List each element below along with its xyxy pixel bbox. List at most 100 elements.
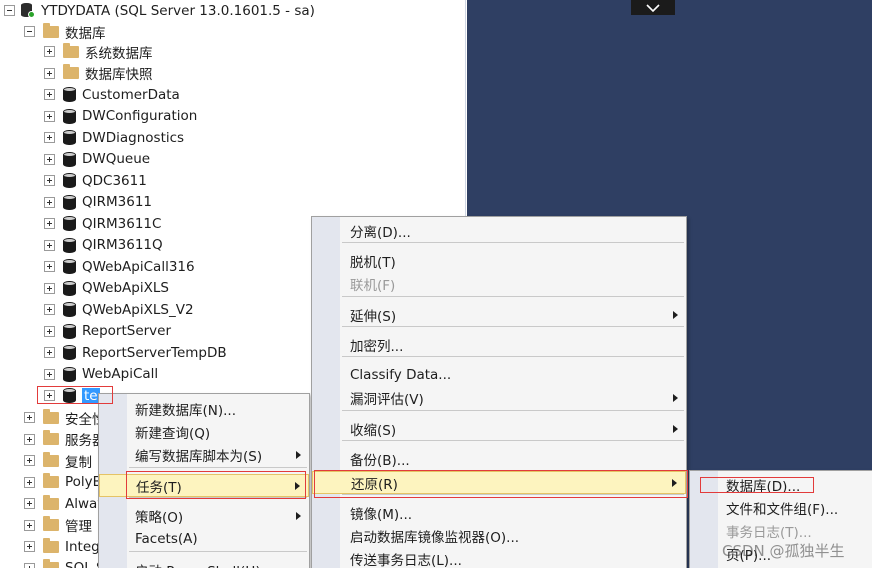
context-menu-item-label: 策略(O) (135, 509, 184, 526)
database-icon (63, 194, 76, 210)
tree-node-database[interactable]: WebApiCall (44, 364, 158, 385)
expand-icon[interactable] (44, 304, 55, 315)
expand-icon[interactable] (44, 89, 55, 100)
expand-icon[interactable] (44, 347, 55, 358)
tree-node-database[interactable]: QWebApiCall316 (44, 256, 195, 277)
expand-icon[interactable] (24, 476, 35, 488)
tree-node-label: 系统数据库 (85, 45, 153, 62)
database-icon (63, 345, 76, 360)
expand-icon[interactable] (24, 455, 35, 466)
expand-icon[interactable] (44, 390, 55, 401)
expand-icon[interactable] (24, 541, 35, 552)
tasks-menu-item-label: 收缩(S) (350, 422, 397, 439)
context-menu-item[interactable]: 任务(T) (99, 474, 309, 497)
database-icon (63, 388, 76, 403)
context-menu-item[interactable]: 新建数据库(N)... (99, 397, 309, 420)
menu-separator (342, 296, 684, 297)
tree-node-label: Integ (65, 538, 100, 555)
tree-node-database[interactable]: DWConfiguration (44, 106, 197, 127)
tree-node-folder[interactable]: PolyB (24, 472, 102, 493)
tree-node-database[interactable]: ReportServer (44, 321, 171, 342)
tree-node-database[interactable]: DWDiagnostics (44, 127, 184, 148)
dropdown-button[interactable] (631, 0, 675, 15)
tasks-menu-item[interactable]: 还原(R) (312, 471, 686, 494)
tasks-menu-item[interactable]: 传送事务日志(L)... (312, 547, 686, 568)
tree-node-folder[interactable]: 安全性 (24, 407, 106, 428)
restore-menu-item: 事务日志(T)... (690, 519, 872, 542)
tree-node-database[interactable]: 系统数据库 (44, 41, 153, 62)
tree-node-database[interactable]: QIRM3611Q (44, 235, 163, 256)
database-icon (63, 130, 76, 145)
tasks-menu-item[interactable]: 备份(B)... (312, 447, 686, 470)
expand-icon[interactable] (24, 433, 35, 445)
tree-node-folder[interactable]: SQL S (24, 558, 105, 568)
expand-icon[interactable] (24, 412, 35, 423)
expand-icon[interactable] (24, 519, 35, 531)
expand-icon[interactable] (44, 132, 55, 143)
tree-node-database[interactable]: QDC3611 (44, 170, 147, 191)
expand-icon[interactable] (44, 153, 55, 165)
tasks-menu-item-label: 启动数据库镜像监视器(O)... (350, 529, 520, 546)
expand-icon[interactable] (44, 175, 55, 186)
context-menu-item[interactable]: 启动 PowerShell(H) (99, 558, 309, 568)
expand-icon[interactable] (44, 67, 55, 79)
tree-node-database[interactable]: 数据库快照 (44, 63, 153, 84)
expand-icon[interactable] (44, 325, 55, 337)
tasks-menu-item[interactable]: 镜像(M)... (312, 501, 686, 524)
tasks-menu-item[interactable]: 收缩(S) (312, 417, 686, 440)
tasks-menu-item[interactable]: 漏洞评估(V) (312, 386, 686, 409)
context-menu-item[interactable]: 新建查询(Q) (99, 420, 309, 443)
tree-node-folder[interactable]: Alway (24, 493, 105, 514)
tree-node-folder[interactable]: Integ (24, 536, 100, 557)
context-menu-item[interactable]: 策略(O) (99, 504, 309, 527)
tree-node-folder[interactable]: 管理 (24, 515, 92, 536)
expand-icon[interactable] (44, 239, 55, 251)
tree-node-label: QIRM3611C (82, 215, 162, 232)
restore-menu-item[interactable]: 文件和文件组(F)... (690, 496, 872, 519)
expand-icon[interactable] (24, 562, 35, 568)
expand-icon[interactable] (24, 498, 35, 509)
expand-icon[interactable] (44, 282, 55, 294)
tree-node-folder[interactable]: 服务器 (24, 429, 106, 450)
tasks-menu-item[interactable]: 脱机(T) (312, 249, 686, 272)
expand-icon[interactable] (44, 368, 55, 380)
folder-icon (43, 22, 59, 38)
tasks-menu-item-label: 漏洞评估(V) (350, 391, 424, 408)
tasks-menu-item[interactable]: 延伸(S) (312, 303, 686, 326)
tree-node-database[interactable]: QWebApiXLS_V2 (44, 299, 194, 320)
tree-node-folder[interactable]: 复制 (24, 450, 92, 471)
expand-icon[interactable] (44, 261, 55, 272)
restore-menu-item[interactable]: 数据库(D)... (690, 473, 872, 496)
tree-node-database[interactable]: CustomerData (44, 84, 180, 105)
tree-node-server[interactable]: YTDYDATA (SQL Server 13.0.1601.5 - sa) (4, 0, 315, 21)
collapse-icon[interactable] (4, 5, 15, 16)
tree-node-database[interactable]: QWebApiXLS (44, 278, 169, 299)
tasks-menu-item[interactable]: 加密列... (312, 333, 686, 356)
tree-node-database[interactable]: QIRM3611C (44, 213, 161, 234)
database-icon (63, 302, 76, 317)
tree-node-database[interactable]: te (44, 385, 100, 406)
submenu-arrow-icon (673, 310, 678, 319)
expand-icon[interactable] (44, 218, 55, 229)
tasks-menu-item[interactable]: 启动数据库镜像监视器(O)... (312, 524, 686, 547)
submenu-arrow-icon (673, 393, 678, 402)
menu-separator (342, 326, 684, 327)
expand-icon[interactable] (44, 46, 55, 57)
context-menu-item[interactable]: 编写数据库脚本为(S) (99, 443, 309, 466)
server-icon (21, 3, 35, 18)
tree-node-databases[interactable]: 数据库 (24, 21, 106, 42)
tree-node-database[interactable]: ReportServerTempDB (44, 342, 227, 363)
tree-node-database[interactable]: DWQueue (44, 149, 150, 170)
tasks-menu-item[interactable]: Classify Data... (312, 363, 686, 386)
collapse-icon[interactable] (24, 26, 35, 37)
tasks-menu-item-label: 加密列... (350, 338, 404, 355)
tasks-menu-item-label: 联机(F) (350, 277, 396, 294)
expand-icon[interactable] (44, 110, 55, 122)
tasks-menu-item[interactable]: 分离(D)... (312, 219, 686, 242)
context-menu-item-label: 编写数据库脚本为(S) (135, 448, 263, 465)
context-menu-item[interactable]: Facets(A) (99, 527, 309, 550)
tree-node-database[interactable]: QIRM3611 (44, 192, 152, 213)
folder-icon (43, 430, 59, 445)
expand-icon[interactable] (44, 196, 55, 208)
database-icon (63, 237, 76, 253)
